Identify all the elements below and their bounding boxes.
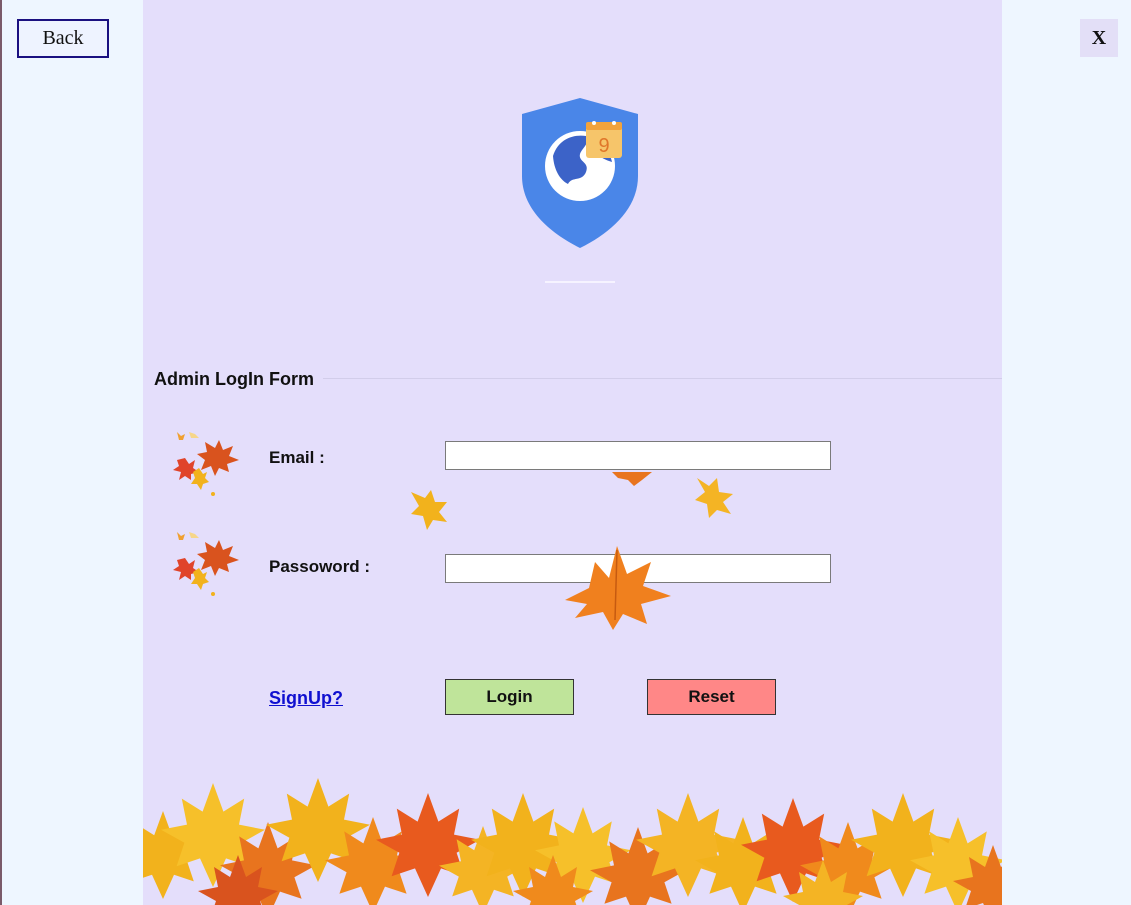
falling-leaf-icon — [695, 478, 733, 518]
logo-underline — [545, 281, 615, 283]
falling-leaf-icon — [612, 472, 652, 486]
login-panel: 9 Admin LogIn Form Email : Passoword : S… — [143, 0, 1002, 905]
window-edge — [0, 0, 2, 905]
calendar-badge-number: 9 — [598, 135, 609, 157]
close-button[interactable]: X — [1080, 19, 1118, 57]
falling-leaf-icon — [411, 490, 447, 530]
email-label: Email : — [269, 448, 325, 467]
maple-leaves-icon — [173, 432, 239, 496]
email-input[interactable] — [445, 441, 831, 470]
maple-leaves-icon — [173, 532, 239, 596]
password-label: Passoword : — [269, 557, 371, 576]
falling-leaf-icon — [565, 546, 671, 630]
autumn-leaves-border — [143, 778, 1002, 905]
form-title: Admin LogIn Form — [154, 369, 314, 389]
back-button[interactable]: Back — [17, 19, 109, 58]
signup-link[interactable]: SignUp? — [269, 688, 343, 709]
form-groupbox-rule — [323, 378, 1002, 379]
shield-globe-logo-icon: 9 — [522, 98, 638, 248]
reset-button[interactable]: Reset — [647, 679, 776, 715]
login-button[interactable]: Login — [445, 679, 574, 715]
